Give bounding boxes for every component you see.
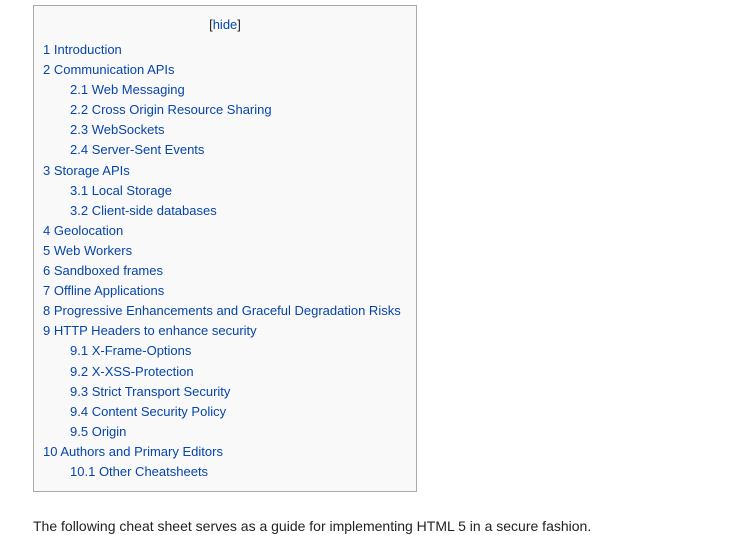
toc-number: 9.4 bbox=[70, 403, 89, 419]
toc-label: X-XSS-Protection bbox=[91, 363, 194, 379]
toc-link[interactable]: 8 Progressive Enhancements and Graceful … bbox=[43, 303, 401, 318]
toc-link[interactable]: 3 Storage APIs bbox=[43, 163, 130, 178]
toc-label: Local Storage bbox=[91, 182, 172, 198]
toc-link[interactable]: 5 Web Workers bbox=[43, 243, 132, 258]
toc-number: 7 bbox=[43, 283, 51, 299]
toc-item: 2 Communication APIs bbox=[43, 60, 401, 80]
toc-item: 10 Authors and Primary Editors bbox=[43, 442, 401, 462]
toc-link[interactable]: 3.2 Client-side databases bbox=[70, 203, 217, 218]
toc-label: Geolocation bbox=[53, 222, 124, 238]
toc-label: Cross Origin Resource Sharing bbox=[91, 102, 272, 118]
toc-number: 9.3 bbox=[70, 383, 89, 399]
toc-link[interactable]: 9 HTTP Headers to enhance security bbox=[43, 323, 257, 338]
toc-label: Web Messaging bbox=[91, 82, 185, 98]
toc-label: X-Frame-Options bbox=[91, 343, 192, 359]
toc-item: 3 Storage APIs bbox=[43, 161, 401, 181]
toc-number: 3 bbox=[43, 162, 51, 178]
table-of-contents: [hide] 1 Introduction 2 Communication API… bbox=[33, 5, 417, 492]
toc-item: 9.1 X-Frame-Options bbox=[43, 341, 401, 361]
toc-item: 10.1 Other Cheatsheets bbox=[43, 462, 401, 482]
toc-item: 8 Progressive Enhancements and Graceful … bbox=[43, 301, 401, 321]
toc-toggle: [hide] bbox=[34, 17, 416, 33]
toc-item: 1 Introduction bbox=[43, 40, 401, 60]
toc-number: 4 bbox=[43, 222, 51, 238]
intro-paragraph: The following cheat sheet serves as a gu… bbox=[33, 518, 592, 534]
toc-number: 6 bbox=[43, 263, 51, 279]
toc-label: Content Security Policy bbox=[91, 403, 227, 419]
toc-label: HTTP Headers to enhance security bbox=[53, 323, 257, 339]
toc-number: 9.1 bbox=[70, 343, 89, 359]
toc-label: Client-side databases bbox=[91, 202, 217, 218]
toc-number: 8 bbox=[43, 303, 51, 319]
toc-number: 2 bbox=[43, 62, 51, 78]
toc-hide-link[interactable]: hide bbox=[213, 17, 238, 32]
toc-number: 10.1 bbox=[70, 463, 96, 479]
toc-item: 4 Geolocation bbox=[43, 221, 401, 241]
toc-label: Other Cheatsheets bbox=[98, 463, 209, 479]
toc-link[interactable]: 10.1 Other Cheatsheets bbox=[70, 464, 208, 479]
toc-link[interactable]: 3.1 Local Storage bbox=[70, 183, 172, 198]
toc-link[interactable]: 6 Sandboxed frames bbox=[43, 263, 163, 278]
toc-number: 2.3 bbox=[70, 122, 89, 138]
toc-label: Authors and Primary Editors bbox=[60, 443, 223, 459]
toc-label: Communication APIs bbox=[53, 62, 175, 78]
toc-label: Strict Transport Security bbox=[91, 383, 231, 399]
toc-label: WebSockets bbox=[91, 122, 165, 138]
toc-item: 6 Sandboxed frames bbox=[43, 261, 401, 281]
toc-label: Origin bbox=[91, 423, 127, 439]
toc-number: 3.1 bbox=[70, 182, 89, 198]
toc-list: 1 Introduction 2 Communication APIs 2.1 We… bbox=[43, 40, 401, 482]
toc-item: 9.5 Origin bbox=[43, 422, 401, 442]
toc-link[interactable]: 9.5 Origin bbox=[70, 424, 126, 439]
toc-item: 2.4 Server-Sent Events bbox=[43, 140, 401, 160]
toc-label: Server-Sent Events bbox=[91, 142, 205, 158]
toc-link[interactable]: 4 Geolocation bbox=[43, 223, 123, 238]
toc-link[interactable]: 9.1 X-Frame-Options bbox=[70, 343, 191, 358]
toc-number: 2.2 bbox=[70, 102, 89, 118]
toc-item: 5 Web Workers bbox=[43, 241, 401, 261]
toc-number: 5 bbox=[43, 242, 51, 258]
toc-label: Progressive Enhancements and Graceful De… bbox=[53, 303, 401, 319]
toc-link[interactable]: 10 Authors and Primary Editors bbox=[43, 444, 223, 459]
toc-item: 9.3 Strict Transport Security bbox=[43, 382, 401, 402]
toc-link[interactable]: 2.3 WebSockets bbox=[70, 122, 164, 137]
toc-link[interactable]: 9.3 Strict Transport Security bbox=[70, 384, 230, 399]
toc-item: 3.2 Client-side databases bbox=[43, 201, 401, 221]
toc-item: 2.2 Cross Origin Resource Sharing bbox=[43, 100, 401, 120]
toc-number: 9 bbox=[43, 323, 51, 339]
toc-number: 9.5 bbox=[70, 423, 89, 439]
toc-item: 7 Offline Applications bbox=[43, 281, 401, 301]
toc-label: Offline Applications bbox=[53, 283, 165, 299]
toc-number: 9.2 bbox=[70, 363, 89, 379]
toc-link[interactable]: 2 Communication APIs bbox=[43, 62, 175, 77]
toc-link[interactable]: 2.4 Server-Sent Events bbox=[70, 142, 204, 157]
toc-link[interactable]: 9.2 X-XSS-Protection bbox=[70, 364, 194, 379]
toc-toggle-close-bracket: ] bbox=[237, 17, 241, 32]
toc-link[interactable]: 2.1 Web Messaging bbox=[70, 82, 185, 97]
toc-number: 10 bbox=[43, 443, 58, 459]
toc-number: 3.2 bbox=[70, 202, 89, 218]
toc-number: 1 bbox=[43, 42, 51, 57]
toc-number: 2.1 bbox=[70, 82, 89, 98]
toc-item: 2.1 Web Messaging bbox=[43, 80, 401, 100]
toc-label: Storage APIs bbox=[53, 162, 130, 178]
toc-link[interactable]: 1 Introduction bbox=[43, 42, 122, 57]
toc-item: 9.2 X-XSS-Protection bbox=[43, 362, 401, 382]
toc-item: 9.4 Content Security Policy bbox=[43, 402, 401, 422]
toc-link[interactable]: 7 Offline Applications bbox=[43, 283, 164, 298]
toc-label: Web Workers bbox=[53, 242, 133, 258]
toc-item: 9 HTTP Headers to enhance security bbox=[43, 321, 401, 341]
toc-item: 2.3 WebSockets bbox=[43, 120, 401, 140]
toc-item: 3.1 Local Storage bbox=[43, 181, 401, 201]
toc-link[interactable]: 2.2 Cross Origin Resource Sharing bbox=[70, 102, 272, 117]
toc-link[interactable]: 9.4 Content Security Policy bbox=[70, 404, 226, 419]
toc-label: Introduction bbox=[53, 42, 122, 57]
toc-number: 2.4 bbox=[70, 142, 89, 158]
toc-label: Sandboxed frames bbox=[53, 263, 163, 279]
